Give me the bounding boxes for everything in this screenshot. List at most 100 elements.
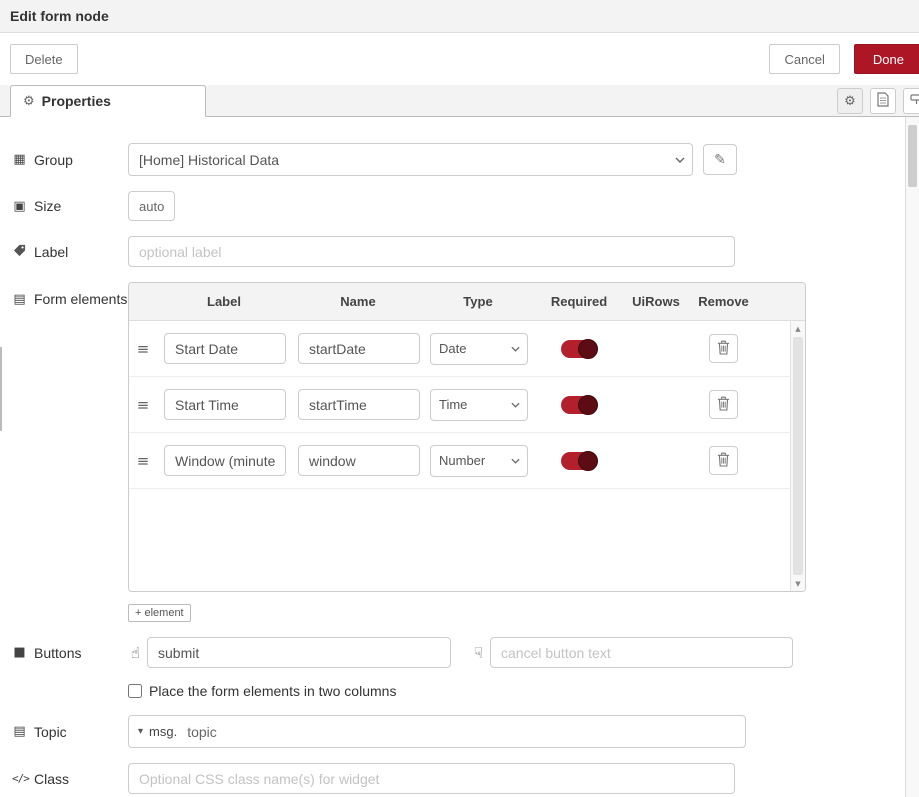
done-button[interactable]: Done	[854, 44, 919, 74]
trash-icon	[717, 396, 730, 414]
class-input[interactable]	[128, 763, 735, 794]
dialog-title: Edit form node	[10, 8, 109, 24]
buttons-icon: ■	[12, 645, 27, 660]
edit-group-button[interactable]: ✎	[703, 144, 737, 175]
two-columns-label: Place the form elements in two columns	[149, 683, 396, 699]
description-button[interactable]	[870, 88, 896, 114]
toggle-knob	[578, 339, 598, 359]
tag-icon	[12, 244, 27, 260]
remove-element-button[interactable]	[709, 390, 738, 419]
group-select[interactable]: [Home] Historical Data	[128, 143, 693, 176]
add-element-button[interactable]: + element	[128, 604, 191, 622]
caret-down-icon: ▾	[138, 727, 143, 737]
element-name-input[interactable]	[298, 389, 420, 420]
class-row: </> Class	[12, 763, 893, 794]
column-header-required: Required	[531, 294, 627, 309]
buttons-label: ■ Buttons	[12, 645, 128, 661]
topic-label: ▤ Topic	[12, 724, 128, 740]
form-elements-table-header: Label Name Type Required UiRows Remove	[129, 283, 805, 321]
tab-properties[interactable]: ⚙ Properties	[10, 85, 206, 117]
column-header-name: Name	[291, 294, 425, 309]
dialog-button-bar: Delete Cancel Done	[0, 33, 919, 85]
trash-icon	[717, 340, 730, 358]
document-icon	[877, 92, 889, 110]
dialog-scrollbar-thumb[interactable]	[908, 125, 917, 187]
edit-form-node-dialog: Edit form node Delete Cancel Done ⚙ Prop…	[0, 0, 919, 797]
label-label: Label	[12, 244, 128, 260]
required-toggle[interactable]	[561, 452, 597, 470]
buttons-row: ■ Buttons ☝ ☟	[12, 637, 893, 668]
element-label-input[interactable]	[164, 445, 286, 476]
table-scrollbar-thumb[interactable]	[793, 337, 803, 575]
group-grid-icon: ▦	[12, 152, 27, 167]
size-icon: ▣	[12, 199, 27, 214]
class-label: </> Class	[12, 771, 128, 787]
form-element-row: ≡ Time	[129, 377, 790, 433]
element-label-input[interactable]	[164, 389, 286, 420]
element-type-select[interactable]: Number	[430, 445, 528, 477]
form-element-row: ≡ Number	[129, 433, 790, 489]
size-row: ▣ Size auto	[12, 191, 893, 221]
thumb-down-icon: ☟	[471, 644, 486, 662]
appearance-button[interactable]	[903, 88, 919, 114]
workspace-edge-grip	[0, 347, 2, 431]
appearance-icon	[910, 93, 919, 109]
editor-tab-bar: ⚙ Properties ⚙	[0, 85, 919, 117]
thumb-up-icon: ☝	[128, 644, 143, 662]
form-elements-label: ▤ Form elements	[12, 282, 128, 309]
element-type-select[interactable]: Time	[430, 389, 528, 421]
group-label: ▦ Group	[12, 152, 128, 168]
element-type-select[interactable]: Date	[430, 333, 528, 365]
form-element-row: ≡ Date	[129, 321, 790, 377]
form-elements-row: ▤ Form elements Label Name Type Required…	[12, 282, 893, 622]
scroll-down-icon[interactable]: ▼	[791, 576, 805, 591]
scroll-up-icon[interactable]: ▲	[791, 321, 805, 336]
trash-icon	[717, 452, 730, 470]
list-icon: ▤	[12, 292, 27, 307]
topic-type-button[interactable]: ▾ msg.	[129, 716, 183, 747]
topic-value[interactable]: topic	[183, 724, 217, 740]
form-elements-table-body: ≡ Date	[129, 321, 805, 591]
delete-button[interactable]: Delete	[10, 44, 78, 74]
topic-row: ▤ Topic ▾ msg. topic	[12, 715, 893, 748]
group-row: ▦ Group [Home] Historical Data ✎	[12, 143, 893, 176]
table-scrollbar[interactable]: ▲ ▼	[790, 321, 805, 591]
column-header-type: Type	[425, 294, 531, 309]
remove-element-button[interactable]	[709, 334, 738, 363]
topic-list-icon: ▤	[12, 724, 27, 739]
required-toggle[interactable]	[561, 396, 597, 414]
form-elements-table: Label Name Type Required UiRows Remove ≡	[128, 282, 806, 592]
form-elements-editor: Label Name Type Required UiRows Remove ≡	[128, 282, 806, 622]
properties-form: ▦ Group [Home] Historical Data ✎ ▣ Size	[0, 117, 919, 797]
two-columns-checkbox-row[interactable]: Place the form elements in two columns	[128, 683, 893, 699]
tab-properties-label: Properties	[42, 93, 111, 109]
element-name-input[interactable]	[298, 445, 420, 476]
submit-button-text-input[interactable]	[147, 637, 451, 668]
cancel-button[interactable]: Cancel	[769, 44, 839, 74]
gear-icon: ⚙	[23, 94, 35, 109]
two-columns-checkbox[interactable]	[128, 684, 142, 698]
drag-handle-icon[interactable]: ≡	[129, 396, 157, 414]
remove-element-button[interactable]	[709, 446, 738, 475]
topic-type-label: msg.	[149, 724, 177, 739]
drag-handle-icon[interactable]: ≡	[129, 452, 157, 470]
code-icon: </>	[12, 772, 27, 785]
size-auto-button[interactable]: auto	[128, 191, 175, 221]
required-toggle[interactable]	[561, 340, 597, 358]
column-header-label: Label	[157, 294, 291, 309]
label-row: Label	[12, 236, 893, 267]
label-input[interactable]	[128, 236, 735, 267]
pencil-icon: ✎	[714, 152, 726, 168]
toggle-knob	[578, 451, 598, 471]
column-header-uirows: UiRows	[627, 294, 685, 309]
toggle-knob	[578, 395, 598, 415]
group-select-wrap: [Home] Historical Data	[128, 143, 693, 176]
cancel-button-text-input[interactable]	[490, 637, 793, 668]
dialog-header: Edit form node	[0, 0, 919, 33]
gear-icon: ⚙	[844, 94, 856, 109]
node-settings-button[interactable]: ⚙	[837, 88, 863, 114]
element-name-input[interactable]	[298, 333, 420, 364]
drag-handle-icon[interactable]: ≡	[129, 340, 157, 358]
element-label-input[interactable]	[164, 333, 286, 364]
dialog-scrollbar[interactable]	[905, 117, 919, 797]
